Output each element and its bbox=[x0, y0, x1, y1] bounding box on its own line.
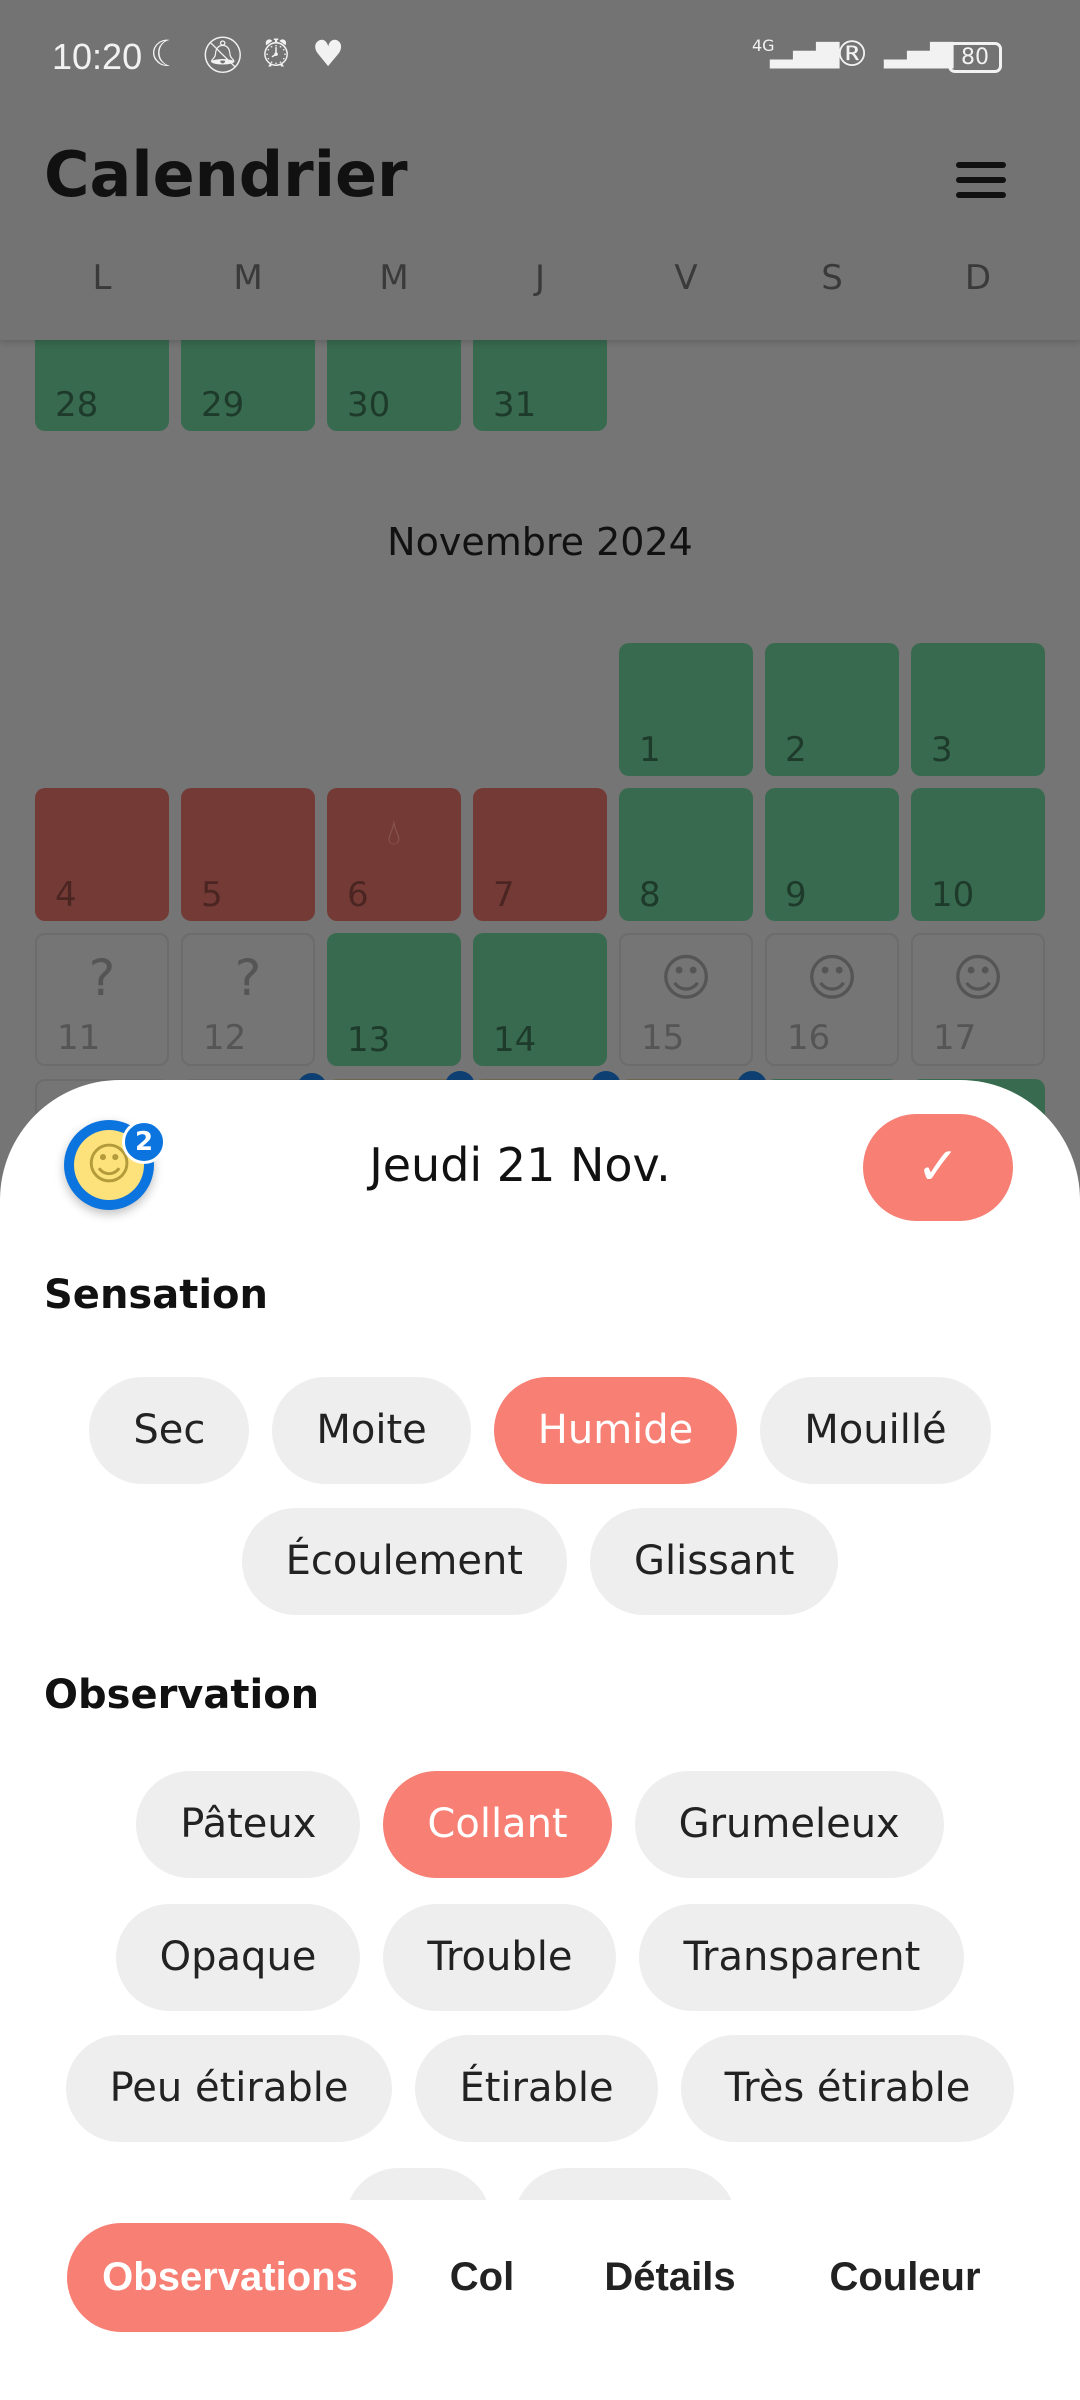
more-chips bbox=[0, 2168, 1080, 2200]
signal-icon: ▂▄▆ bbox=[884, 34, 954, 69]
baby-icon: ☺ bbox=[659, 949, 713, 1007]
tab-col[interactable]: Col bbox=[420, 2223, 544, 2332]
question-icon: ? bbox=[88, 949, 116, 1007]
chip-observation[interactable]: Étirable bbox=[415, 2035, 658, 2142]
weekday-label: M bbox=[233, 258, 263, 298]
day-number: 11 bbox=[57, 1018, 101, 1058]
chip-sensation[interactable]: Sec bbox=[89, 1377, 250, 1484]
observation-chip-row: Peu étirable Étirable Très étirable bbox=[0, 2035, 1080, 2142]
calendar-day[interactable]: 14 bbox=[473, 933, 607, 1066]
alarm-icon: ⏰︎ bbox=[262, 34, 291, 75]
battery-icon: 80 bbox=[948, 42, 1002, 73]
weekday-label: J bbox=[534, 258, 546, 298]
day-number: 4 bbox=[55, 875, 77, 915]
status-bar: 10:20 ☾ 🔕︎ ⏰︎ ♥ 4G ▂▄▆ ® ▂▄▆ 80 bbox=[0, 0, 1080, 110]
question-icon: ? bbox=[234, 949, 262, 1007]
confirm-button[interactable]: ✓ bbox=[863, 1114, 1013, 1221]
bell-off-icon: 🔕︎ bbox=[200, 35, 246, 76]
day-number: 8 bbox=[639, 875, 661, 915]
chip-observation[interactable]: Trouble bbox=[383, 1904, 617, 2011]
chip-observation[interactable]: Grumeleux bbox=[634, 1771, 944, 1878]
day-number: 2 bbox=[785, 730, 807, 770]
day-bottom-sheet: ☺ 2 Jeudi 21 Nov. ✓ Sensation Sec Moite Hu… bbox=[0, 1080, 1080, 2400]
chip-hidden[interactable] bbox=[513, 2168, 736, 2200]
day-number: 31 bbox=[493, 385, 537, 425]
day-number: 14 bbox=[493, 1020, 537, 1060]
day-number: 10 bbox=[931, 875, 975, 915]
calendar-day[interactable]: 7 bbox=[473, 788, 607, 921]
chip-sensation[interactable]: Glissant bbox=[589, 1508, 839, 1615]
calendar-day[interactable]: 3 bbox=[911, 643, 1045, 776]
sensation-chip-row: Sec Moite Humide Mouillé bbox=[0, 1377, 1080, 1484]
calendar-day[interactable]: 4 bbox=[35, 788, 169, 921]
moon-icon: ☾ bbox=[150, 34, 183, 75]
calendar-day[interactable]: ☺ 16 bbox=[765, 933, 899, 1066]
weekday-label: L bbox=[92, 258, 112, 298]
chip-observation[interactable]: Transparent bbox=[639, 1904, 965, 2011]
baby-icon: ☺ bbox=[805, 949, 859, 1007]
weekday-label: M bbox=[379, 258, 409, 298]
day-number: 6 bbox=[347, 875, 369, 915]
calendar-day[interactable]: ? 12 bbox=[181, 933, 315, 1066]
chip-observation[interactable]: Collant bbox=[383, 1771, 612, 1878]
menu-icon[interactable] bbox=[956, 162, 1006, 198]
calendar-day[interactable]: 5 bbox=[181, 788, 315, 921]
day-number: 30 bbox=[347, 385, 391, 425]
check-icon: ✓ bbox=[916, 1137, 960, 1197]
month-title: Novembre 2024 bbox=[387, 520, 693, 564]
day-number: 29 bbox=[201, 385, 245, 425]
calendar-day[interactable]: ? 11 bbox=[35, 933, 169, 1066]
tab-couleur[interactable]: Couleur bbox=[800, 2223, 1010, 2332]
day-number: 7 bbox=[493, 875, 515, 915]
page-title: Calendrier bbox=[44, 138, 408, 211]
chip-hidden[interactable] bbox=[344, 2168, 491, 2200]
chip-sensation[interactable]: Écoulement bbox=[241, 1508, 567, 1615]
tab-details[interactable]: Détails bbox=[580, 2223, 760, 2332]
roaming-icon: ® bbox=[834, 34, 870, 75]
chip-observation[interactable]: Pâteux bbox=[136, 1771, 361, 1878]
section-sensation: Sensation bbox=[44, 1272, 269, 1318]
tab-bar: Observations Col Détails Couleur bbox=[0, 2223, 1080, 2332]
chip-observation[interactable]: Peu étirable bbox=[65, 2035, 393, 2142]
day-number: 9 bbox=[785, 875, 807, 915]
heart-icon: ♥ bbox=[312, 34, 345, 75]
observation-chip-row: Pâteux Collant Grumeleux bbox=[0, 1771, 1080, 1878]
calendar-day[interactable]: 💧︎ 6 bbox=[327, 788, 461, 921]
calendar-day[interactable]: 10 bbox=[911, 788, 1045, 921]
calendar-day[interactable]: 1 bbox=[619, 643, 753, 776]
tab-observations[interactable]: Observations bbox=[67, 2223, 393, 2332]
calendar-day[interactable]: 13 bbox=[327, 933, 461, 1066]
day-number: 5 bbox=[201, 875, 223, 915]
calendar-day[interactable]: ☺ 17 bbox=[911, 933, 1045, 1066]
drop-icon: 💧︎ bbox=[386, 812, 402, 853]
clock: 10:20 bbox=[52, 36, 143, 77]
day-number: 12 bbox=[203, 1018, 247, 1058]
weekday-label: S bbox=[821, 258, 843, 298]
section-observation: Observation bbox=[44, 1672, 320, 1718]
calendar-day[interactable]: 2 bbox=[765, 643, 899, 776]
sensation-chip-row: Écoulement Glissant bbox=[0, 1508, 1080, 1615]
chip-observation[interactable]: Très étirable bbox=[680, 2035, 1015, 2142]
weekday-label: V bbox=[674, 258, 698, 298]
day-number: 16 bbox=[787, 1018, 831, 1058]
calendar-day[interactable]: ☺ 15 bbox=[619, 933, 753, 1066]
chip-sensation[interactable]: Humide bbox=[493, 1377, 738, 1484]
weekday-label: D bbox=[964, 258, 992, 298]
day-number: 17 bbox=[933, 1018, 977, 1058]
calendar-day[interactable]: 8 bbox=[619, 788, 753, 921]
day-number: 13 bbox=[347, 1020, 391, 1060]
day-number: 15 bbox=[641, 1018, 685, 1058]
observation-chip-row: Opaque Trouble Transparent bbox=[0, 1904, 1080, 2011]
day-number: 28 bbox=[55, 385, 99, 425]
day-number: 1 bbox=[639, 730, 661, 770]
chip-sensation[interactable]: Mouillé bbox=[760, 1377, 991, 1484]
chip-sensation[interactable]: Moite bbox=[272, 1377, 471, 1484]
day-number: 3 bbox=[931, 730, 953, 770]
signal-icon: ▂▄▆ bbox=[770, 34, 840, 69]
chip-observation[interactable]: Opaque bbox=[115, 1904, 361, 2011]
calendar-day[interactable]: 9 bbox=[765, 788, 899, 921]
baby-icon: ☺ bbox=[951, 949, 1005, 1007]
